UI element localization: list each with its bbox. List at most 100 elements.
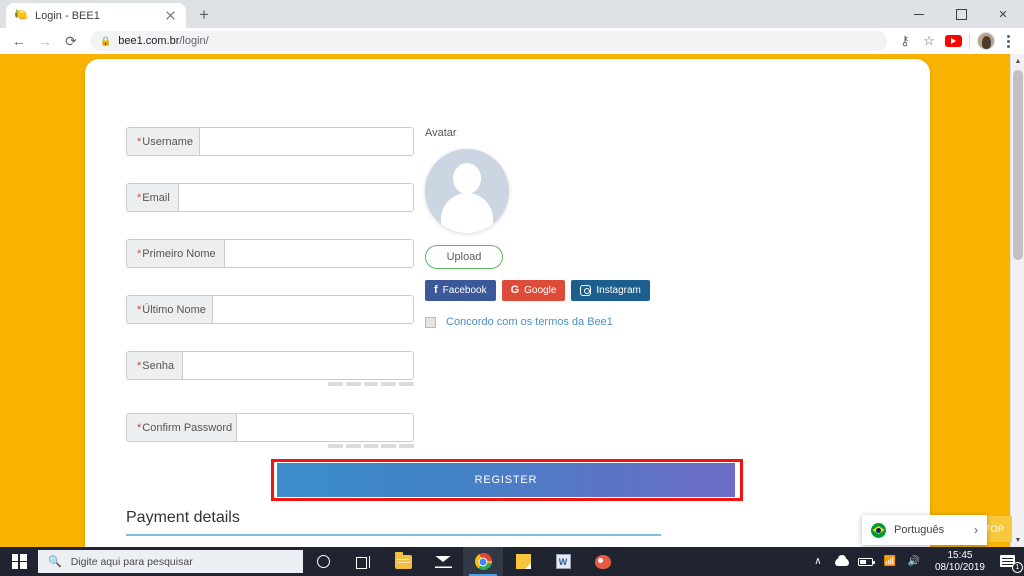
notification-center-button[interactable]: 1 (994, 547, 1024, 576)
taskbar-app-cortana[interactable] (303, 547, 343, 576)
search-icon: 🔍 (48, 556, 62, 568)
battery-icon[interactable] (854, 547, 878, 576)
taskbar-app-mail[interactable] (423, 547, 463, 576)
label-password: * Senha (126, 351, 182, 380)
window-maximize-button[interactable] (940, 0, 982, 28)
field-row-password: * Senha (126, 351, 414, 386)
start-button[interactable] (0, 547, 38, 576)
bookmark-star-icon[interactable]: ☆ (917, 29, 941, 53)
label-text: Email (142, 191, 170, 204)
input-username[interactable] (199, 127, 414, 156)
avatar-and-social-column: Avatar Upload f Facebook G Google Instagram … (425, 127, 725, 328)
label-text: Primeiro Nome (142, 247, 216, 260)
chevron-right-icon: › (974, 523, 978, 537)
taskbar-app-sticky-notes[interactable] (503, 547, 543, 576)
taskbar-app-task-view[interactable] (343, 547, 383, 576)
browser-tab-strip: 🍋 Login - BEE1 + ✕ (0, 0, 1024, 28)
input-first-name[interactable] (224, 239, 414, 268)
input-confirm-password[interactable] (236, 413, 414, 442)
terms-link[interactable]: Concordo com os termos da Bee1 (446, 316, 613, 328)
facebook-icon: f (434, 284, 438, 296)
scroll-down-icon[interactable]: ▼ (1011, 533, 1024, 547)
avatar-placeholder-icon (425, 149, 509, 233)
instagram-icon (580, 285, 592, 296)
search-placeholder: Digite aqui para pesquisar (70, 555, 193, 568)
windows-logo-icon (11, 554, 27, 569)
word-icon: W (555, 554, 571, 569)
window-close-button[interactable]: ✕ (982, 0, 1024, 28)
required-asterisk: * (137, 421, 142, 434)
terms-agreement-row: Concordo com os termos da Bee1 (425, 316, 725, 328)
language-selector[interactable]: Português › (862, 515, 987, 545)
new-tab-button[interactable]: + (194, 5, 214, 25)
label-email: * Email (126, 183, 178, 212)
back-icon[interactable]: ← (6, 29, 32, 53)
input-email[interactable] (178, 183, 414, 212)
scrollbar-thumb[interactable] (1013, 70, 1023, 260)
taskbar-app-file-explorer[interactable] (383, 547, 423, 576)
meter-segment (328, 382, 343, 386)
label-text: Username (142, 135, 194, 148)
meter-segment (345, 382, 361, 386)
label-text: Confirm Password (142, 421, 233, 434)
google-label: Google (524, 285, 557, 296)
password-strength-meter (328, 444, 414, 448)
tab-close-icon[interactable] (163, 8, 178, 23)
taskbar-clock[interactable]: 15:45 08/10/2019 (926, 547, 994, 576)
registration-form: * Username * Email * Primeiro Nome * Último Nom… (126, 127, 414, 475)
reload-icon[interactable]: ⟳ (58, 29, 84, 53)
instagram-label: Instagram (596, 285, 641, 296)
sticky-notes-icon (515, 554, 531, 569)
address-bar-url: bee1.com.br/login/ (118, 35, 209, 47)
profile-avatar[interactable] (974, 29, 998, 53)
taskbar-app-chrome[interactable] (463, 547, 503, 576)
taskbar-search-input[interactable]: 🔍 Digite aqui para pesquisar (38, 550, 303, 573)
page-viewport: * Username * Email * Primeiro Nome * Último Nom… (0, 54, 1024, 547)
taskbar-app-word[interactable]: W (543, 547, 583, 576)
input-last-name[interactable] (212, 295, 414, 324)
required-asterisk: * (137, 359, 142, 372)
youtube-extension-icon[interactable] (941, 29, 965, 53)
terms-checkbox[interactable] (425, 316, 436, 328)
window-minimize-button[interactable] (898, 0, 940, 28)
taskbar-app-paint[interactable] (583, 547, 623, 576)
field-row-last-name: * Último Nome (126, 295, 414, 324)
mail-icon (434, 555, 452, 568)
tab-title: Login - BEE1 (35, 9, 100, 22)
scroll-up-icon[interactable]: ▲ (1011, 54, 1024, 68)
required-asterisk: * (137, 247, 142, 260)
screen: 🍋 Login - BEE1 + ✕ ← → ⟳ 🔒 bee1.com.br/l… (0, 0, 1024, 576)
page-scrollbar[interactable]: ▲ ▼ (1010, 54, 1024, 547)
browser-tab[interactable]: 🍋 Login - BEE1 (6, 3, 186, 28)
onedrive-icon[interactable] (830, 547, 854, 576)
forward-icon[interactable]: → (32, 29, 58, 53)
notification-count-badge: 1 (1012, 562, 1023, 573)
clock-time: 15:45 (947, 549, 973, 561)
register-button[interactable]: REGISTER (275, 463, 739, 497)
facebook-login-button[interactable]: f Facebook (425, 280, 496, 301)
input-password[interactable] (182, 351, 414, 380)
password-key-icon[interactable]: ⚷ (893, 29, 917, 53)
field-row-email: * Email (126, 183, 414, 212)
wifi-icon[interactable]: 📶 (878, 547, 902, 576)
address-bar[interactable]: 🔒 bee1.com.br/login/ (90, 31, 887, 51)
label-text: Senha (142, 359, 175, 372)
field-row-username: * Username (126, 127, 414, 156)
upload-avatar-button[interactable]: Upload (425, 245, 503, 269)
label-last-name: * Último Nome (126, 295, 212, 324)
task-view-icon (356, 555, 371, 569)
required-asterisk: * (137, 135, 142, 148)
instagram-login-button[interactable]: Instagram (571, 280, 650, 301)
window-controls: ✕ (898, 0, 1024, 28)
google-login-button[interactable]: G Google (501, 280, 566, 301)
chrome-menu-icon[interactable] (998, 30, 1018, 52)
browser-toolbar: ← → ⟳ 🔒 bee1.com.br/login/ ⚷ ☆ (0, 28, 1024, 54)
volume-icon[interactable]: 🔊 (902, 547, 926, 576)
label-first-name: * Primeiro Nome (126, 239, 224, 268)
meter-segment (345, 444, 361, 448)
field-row-confirm-password: * Confirm Password (126, 413, 414, 448)
chrome-icon (474, 553, 492, 570)
tray-expand-chevron-icon[interactable]: ∧ (806, 547, 830, 576)
cortana-icon (316, 555, 330, 568)
toolbar-divider (969, 33, 970, 49)
